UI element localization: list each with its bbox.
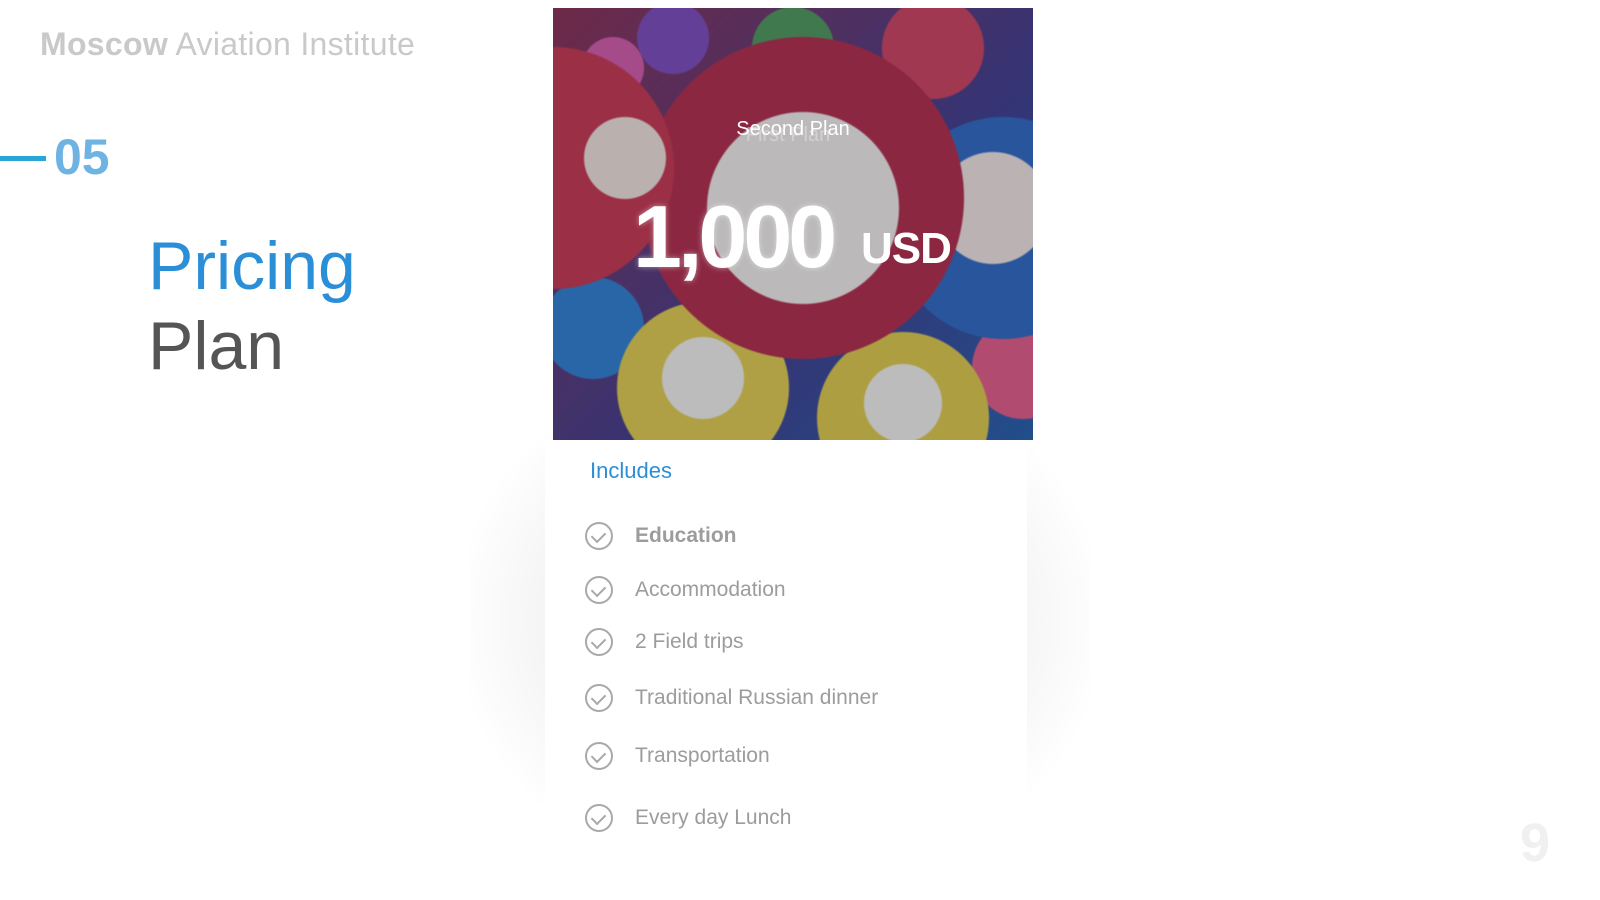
feature-label: Transportation bbox=[635, 744, 770, 767]
section-number: 05 bbox=[54, 129, 110, 185]
section-line bbox=[0, 156, 46, 161]
brand-rest: Aviation Institute bbox=[175, 26, 416, 62]
feature-item: Every day Lunch bbox=[585, 802, 791, 834]
page-title: Pricing Plan bbox=[148, 226, 356, 386]
feature-item: Education bbox=[585, 520, 737, 552]
check-circle-icon bbox=[585, 804, 613, 832]
brand-title: Moscow Aviation Institute bbox=[40, 26, 415, 63]
photo-overlay: First Plan Second Plan 1,000 USD bbox=[553, 8, 1033, 440]
brand-bold: Moscow bbox=[40, 26, 169, 62]
plan-currency: USD bbox=[861, 224, 952, 273]
feature-label: Accommodation bbox=[635, 578, 786, 601]
page-number: 9 bbox=[1519, 813, 1550, 873]
check-circle-icon bbox=[585, 522, 613, 550]
feature-label: Education bbox=[635, 524, 737, 547]
check-circle-icon bbox=[585, 576, 613, 604]
feature-item: Accommodation bbox=[585, 574, 786, 606]
feature-label: 2 Field trips bbox=[635, 630, 744, 653]
feature-item: 2 Field trips bbox=[585, 626, 744, 658]
title-line-2: Plan bbox=[148, 308, 285, 384]
feature-label: Every day Lunch bbox=[635, 806, 792, 829]
feature-item: Transportation bbox=[585, 740, 770, 772]
plan-photo: First Plan Second Plan 1,000 USD bbox=[553, 8, 1033, 440]
plan-name: Second Plan bbox=[736, 118, 850, 140]
check-circle-icon bbox=[585, 628, 613, 656]
plan-price: 1,000 bbox=[633, 187, 837, 286]
feature-item: Traditional Russian dinner bbox=[585, 682, 878, 714]
includes-panel: Includes Education Accommodation 2 Field… bbox=[545, 440, 1027, 892]
check-circle-icon bbox=[585, 742, 613, 770]
title-line-1: Pricing bbox=[148, 228, 356, 304]
feature-label: Traditional Russian dinner bbox=[635, 686, 879, 709]
check-circle-icon bbox=[585, 684, 613, 712]
includes-heading: Includes bbox=[590, 458, 672, 483]
